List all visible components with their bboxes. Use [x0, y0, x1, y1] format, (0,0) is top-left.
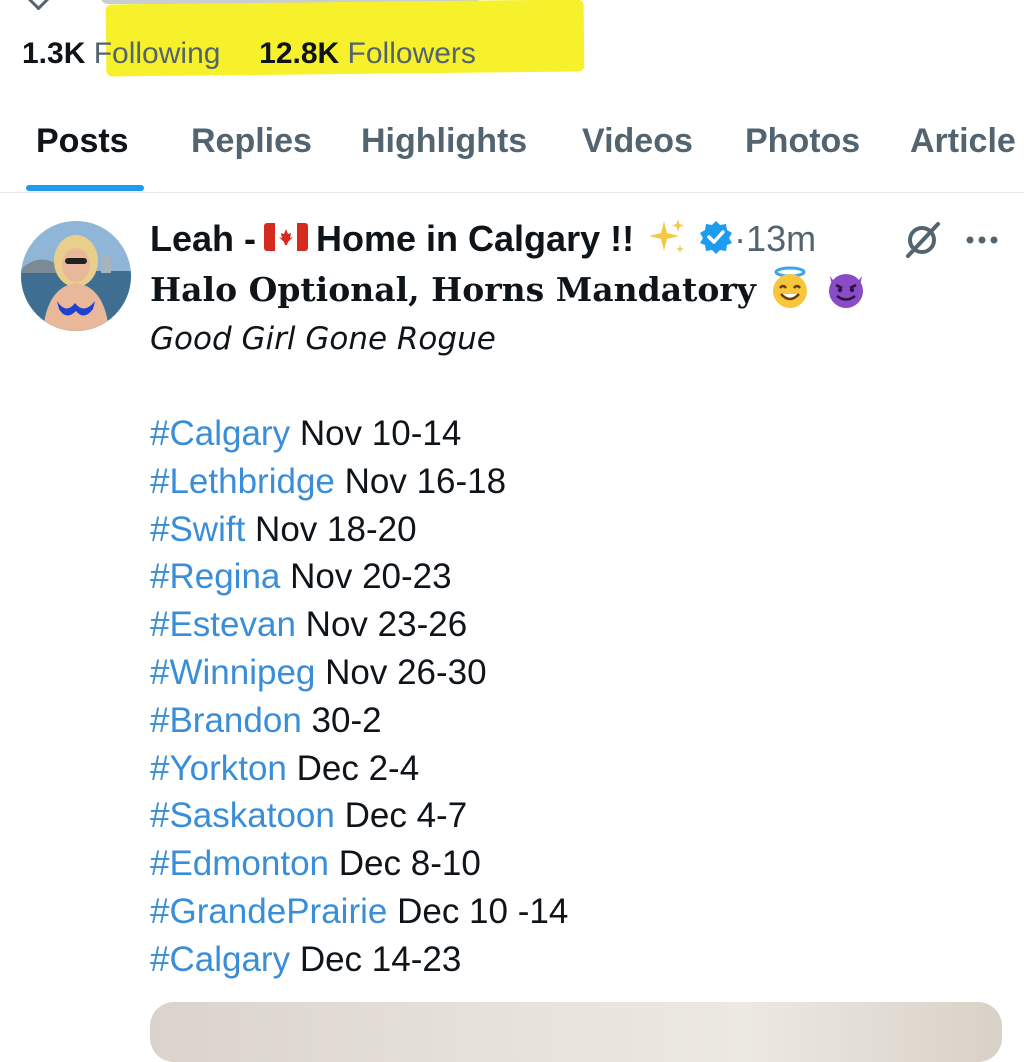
following-label: Following — [93, 37, 221, 70]
post-timestamp[interactable]: 13m — [746, 218, 816, 259]
date-range: Nov 16-18 — [344, 461, 507, 501]
avatar[interactable] — [21, 221, 131, 331]
list-item: #Calgary Nov 10-14 — [150, 410, 568, 458]
list-item: #Edmonton Dec 8-10 — [150, 840, 568, 888]
list-item: #Saskatoon Dec 4-7 — [150, 792, 568, 840]
hashtag-link[interactable]: #Brandon — [150, 701, 302, 740]
post-bio-subtitle: Good Girl Gone Rogue — [150, 321, 496, 357]
hashtag-link[interactable]: #Saskatoon — [150, 796, 335, 835]
list-item: #GrandePrairie Dec 10 -14 — [150, 888, 568, 936]
verified-badge-icon[interactable] — [698, 219, 734, 255]
list-item: #Winnipeg Nov 26-30 — [150, 649, 568, 697]
date-range: Dec 8-10 — [338, 844, 481, 884]
time-separator: · — [734, 218, 747, 259]
smiling-face-with-horns-icon — [828, 274, 863, 308]
hashtag-link[interactable]: #Swift — [150, 510, 245, 549]
author-name-suffix[interactable]: Home in Calgary !! — [316, 218, 634, 259]
followers-link[interactable]: 12.8K Followers — [251, 37, 476, 70]
canada-flag-icon — [264, 223, 309, 252]
post-bio-title: Halo Optional, Horns Mandatory — [150, 265, 868, 315]
sparkles-icon — [649, 219, 685, 254]
date-range: 30-2 — [311, 700, 382, 740]
list-item: #Swift Nov 18-20 — [150, 506, 568, 554]
list-item: #Estevan Nov 23-26 — [150, 601, 568, 649]
list-item: #Regina Nov 20-23 — [150, 553, 568, 601]
hashtag-link[interactable]: #Lethbridge — [150, 462, 335, 501]
tab-posts[interactable]: Posts — [36, 122, 129, 161]
hashtag-link[interactable]: #Calgary — [150, 940, 290, 979]
date-range: Dec 14-23 — [299, 939, 462, 979]
grok-icon[interactable] — [902, 220, 942, 260]
followers-count: 12.8K — [259, 37, 340, 70]
list-item: #Calgary Dec 14-23 — [150, 936, 568, 984]
date-range: Nov 26-30 — [325, 652, 487, 692]
tab-articles[interactable]: Article — [910, 122, 1016, 161]
post-header: Leah - Home in Calgary !! ·13m — [150, 214, 850, 264]
hashtag-link[interactable]: #Calgary — [150, 414, 290, 453]
date-range: Nov 18-20 — [255, 509, 417, 549]
list-item: #Lethbridge Nov 16-18 — [150, 458, 568, 506]
hashtag-link[interactable]: #Winnipeg — [150, 653, 315, 692]
author-name-prefix[interactable]: Leah - — [150, 218, 256, 259]
post-media-image[interactable] — [150, 1002, 1002, 1062]
hashtag-link[interactable]: #Yorkton — [150, 749, 287, 788]
date-range: Dec 4-7 — [344, 796, 468, 836]
date-range: Dec 10 -14 — [397, 891, 569, 931]
active-tab-indicator — [26, 185, 144, 191]
tour-schedule-list: #Calgary Nov 10-14 #Lethbridge Nov 16-18… — [150, 410, 568, 984]
following-count: 1.3K — [22, 37, 86, 70]
tab-highlights[interactable]: Highlights — [361, 122, 527, 161]
date-range: Nov 20-23 — [290, 557, 452, 597]
hashtag-link[interactable]: #Edmonton — [150, 844, 329, 883]
bio-title-text: Halo Optional, Horns Mandatory — [150, 270, 756, 309]
back-arrow-icon[interactable] — [26, 0, 51, 10]
date-range: Nov 23-26 — [305, 605, 468, 645]
hashtag-link[interactable]: #Estevan — [150, 605, 296, 644]
list-item: #Brandon 30-2 — [150, 697, 568, 745]
following-link[interactable]: 1.3K Following — [22, 37, 229, 70]
profile-tabs: Posts Replies Highlights Videos Photos A… — [0, 96, 1024, 193]
tab-videos[interactable]: Videos — [582, 122, 693, 161]
more-options-icon[interactable] — [962, 226, 1002, 254]
followers-label: Followers — [347, 37, 476, 70]
date-range: Dec 2-4 — [296, 748, 420, 788]
tab-replies[interactable]: Replies — [191, 122, 312, 161]
tab-photos[interactable]: Photos — [745, 122, 860, 161]
list-item: #Yorkton Dec 2-4 — [150, 745, 568, 793]
smiling-face-with-halo-icon — [772, 266, 807, 308]
hashtag-link[interactable]: #Regina — [150, 557, 280, 596]
follow-stats: 1.3K Following 12.8K Followers — [22, 32, 476, 76]
date-range: Nov 10-14 — [299, 414, 462, 453]
hashtag-link[interactable]: #GrandePrairie — [150, 892, 387, 931]
